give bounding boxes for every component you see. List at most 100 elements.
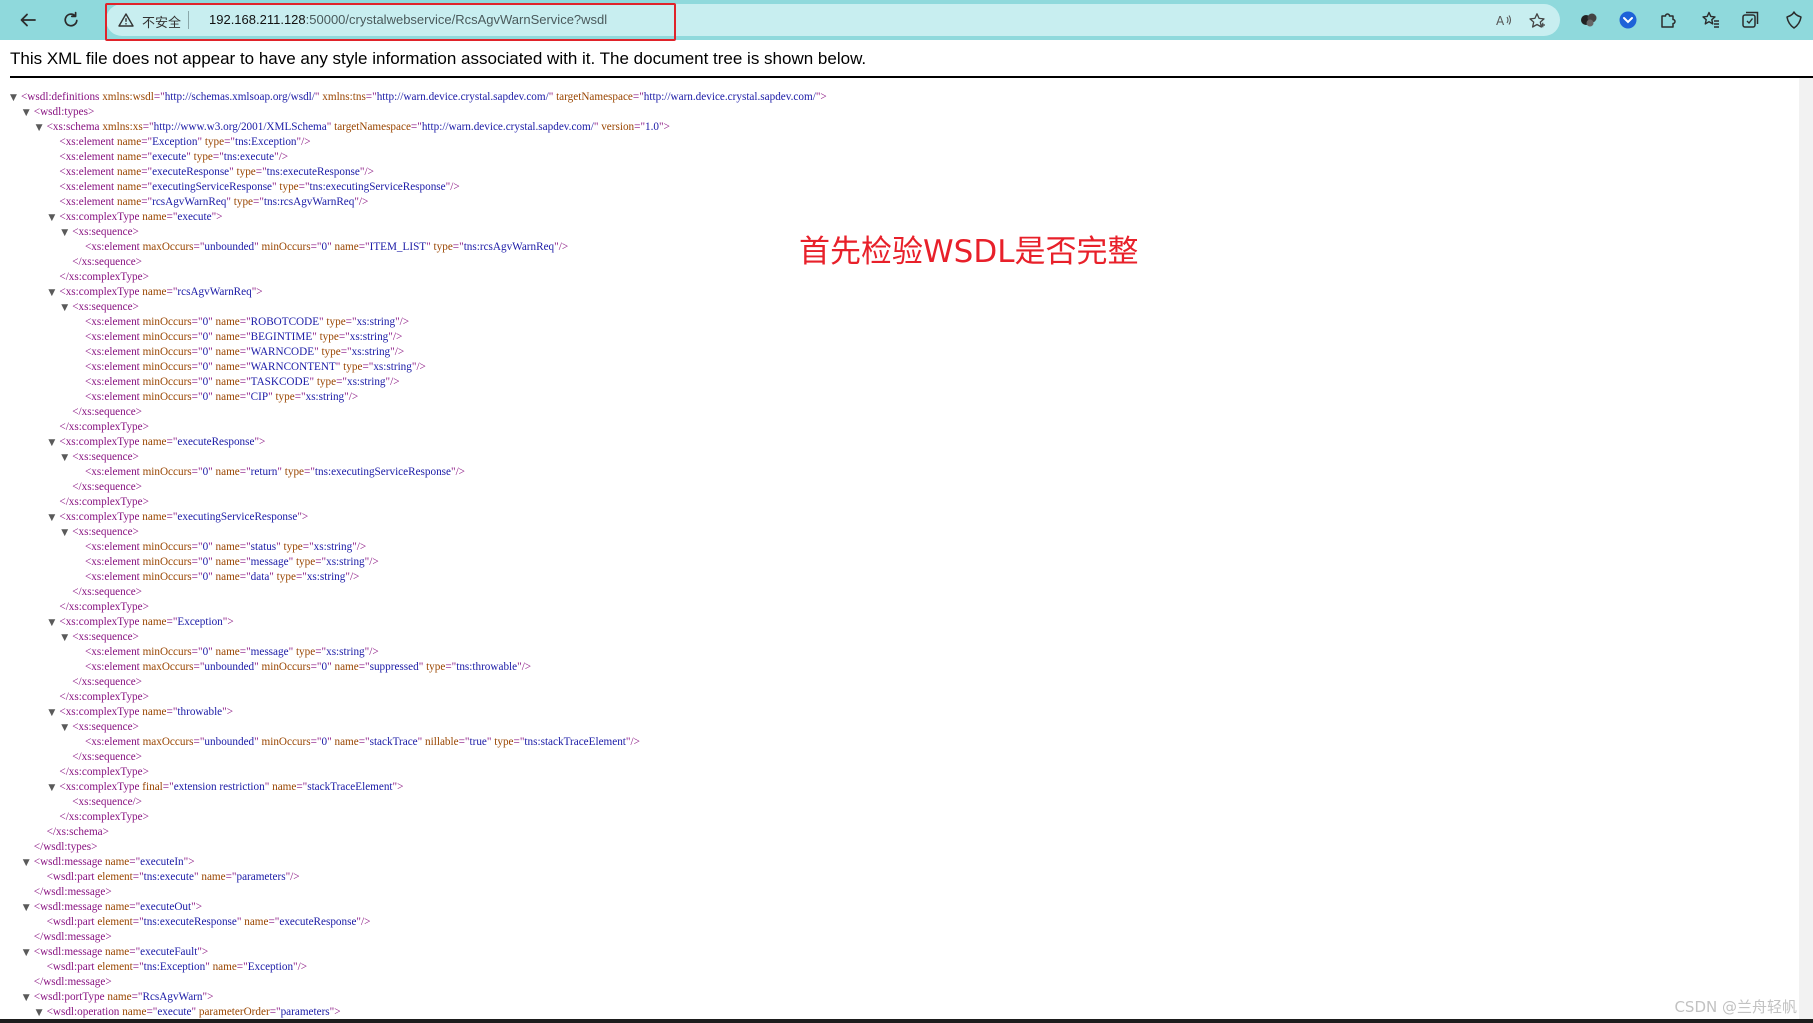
- collapse-toggle-icon[interactable]: ▼: [23, 108, 33, 118]
- xml-attr-name: version: [601, 121, 635, 133]
- xml-line: <xs:sequence>: [72, 720, 139, 735]
- xml-line: <xs:complexType name="Exception">: [59, 615, 233, 630]
- back-button[interactable]: [11, 3, 45, 37]
- xml-line: <xs:element minOccurs="0" name="CIP" typ…: [85, 390, 358, 405]
- collapse-toggle-icon[interactable]: ▼: [23, 993, 33, 1003]
- xml-attr-name: type: [494, 736, 514, 748]
- xml-tag: <xs:element: [85, 361, 143, 373]
- collapse-toggle-icon[interactable]: ▼: [61, 633, 71, 643]
- xml-tag: =": [142, 121, 154, 133]
- xml-attr-value: xs:string: [313, 541, 353, 553]
- address-bar[interactable]: 不安全 192.168.211.128:50000/crystalwebserv…: [106, 4, 1560, 36]
- collapse-toggle-icon[interactable]: ▼: [61, 453, 71, 463]
- xml-line: </xs:complexType>: [59, 270, 149, 285]
- collapse-toggle-icon[interactable]: ▼: [36, 1008, 46, 1018]
- xml-line: <xs:complexType final="extension restric…: [59, 780, 403, 795]
- security-status-label[interactable]: 不安全: [142, 12, 181, 31]
- collapse-toggle-icon[interactable]: ▼: [23, 948, 33, 958]
- collapse-toggle-icon[interactable]: ▼: [48, 288, 58, 298]
- xml-attr-name: type: [283, 541, 303, 553]
- shield-extension-icon[interactable]: [1616, 8, 1640, 32]
- xml-attr-value: ROBOTCODE: [250, 316, 320, 328]
- xml-tag: <xs:element: [59, 196, 117, 208]
- xml-tag: =": [268, 916, 280, 928]
- warning-icon[interactable]: [118, 13, 134, 27]
- xml-attr-value: extension restriction: [173, 781, 265, 793]
- xml-attr-value: ITEM_LIST: [369, 241, 427, 253]
- xml-attr-value: executeFault: [140, 946, 198, 958]
- favorite-star-icon[interactable]: [1526, 10, 1548, 32]
- collapse-toggle-icon[interactable]: ▼: [48, 618, 58, 628]
- xml-attr-name: name: [105, 856, 130, 868]
- xml-tag: =": [162, 781, 174, 793]
- xml-tag: ">: [254, 436, 266, 448]
- collapse-toggle-icon[interactable]: ▼: [61, 303, 71, 313]
- url-text[interactable]: 192.168.211.128:50000/crystalwebservice/…: [209, 12, 607, 27]
- collapse-toggle-icon[interactable]: ▼: [48, 213, 58, 223]
- collapse-toggle-icon[interactable]: ▼: [61, 723, 71, 733]
- collapse-toggle-icon[interactable]: ▼: [48, 708, 58, 718]
- xml-line: </xs:sequence>: [72, 255, 142, 270]
- xml-tag: =": [191, 571, 203, 583]
- collapse-toggle-icon[interactable]: ▼: [61, 228, 71, 238]
- xml-tag: =": [315, 646, 327, 658]
- browser-essentials-icon[interactable]: [1782, 8, 1806, 32]
- xml-line: <xs:element maxOccurs="unbounded" minOcc…: [85, 240, 568, 255]
- xml-tag: =": [298, 181, 310, 193]
- xml-line: </xs:complexType>: [59, 600, 149, 615]
- xml-tag: ": [208, 376, 216, 388]
- xml-tag: =": [191, 556, 203, 568]
- xml-tag: =": [445, 661, 457, 673]
- xml-tag: <xs:sequence>: [72, 526, 139, 538]
- vertical-scrollbar[interactable]: [1799, 78, 1813, 1023]
- xml-attr-value: unbounded: [204, 736, 255, 748]
- xml-tag: "/>: [274, 151, 289, 163]
- read-aloud-icon[interactable]: A: [1494, 10, 1516, 32]
- xml-tag: <xs:element: [85, 466, 143, 478]
- xml-tag: =": [146, 1006, 158, 1018]
- xml-attr-value: executeResponse: [279, 916, 357, 928]
- xml-tag: =": [166, 436, 178, 448]
- collections-icon[interactable]: [1738, 8, 1762, 32]
- xml-line: <wsdl:part element="tns:execute" name="p…: [47, 870, 300, 885]
- xml-tag: "/>: [554, 241, 569, 253]
- xml-tag: =": [166, 616, 178, 628]
- xml-attr-value: unbounded: [204, 241, 255, 253]
- extension-icon[interactable]: [1577, 8, 1601, 32]
- xml-tag: =": [365, 91, 377, 103]
- xml-attr-name: name: [215, 346, 240, 358]
- xml-line: <wsdl:message name="executeIn">: [34, 855, 195, 870]
- xml-attr-value: executeIn: [140, 856, 184, 868]
- xml-tag: ": [548, 91, 557, 103]
- collapse-toggle-icon[interactable]: ▼: [23, 858, 33, 868]
- xml-attr-name: minOccurs: [142, 541, 192, 553]
- xml-tag: ">: [197, 946, 209, 958]
- favorites-icon[interactable]: [1699, 8, 1723, 32]
- xml-tag: <xs:element: [59, 166, 117, 178]
- xml-line: <xs:element minOccurs="0" name="message"…: [85, 555, 379, 570]
- xml-attr-value: tns:executingServiceResponse: [314, 466, 451, 478]
- collapse-toggle-icon[interactable]: ▼: [61, 528, 71, 538]
- collapse-toggle-icon[interactable]: ▼: [48, 438, 58, 448]
- xml-attr-value: executingServiceResponse: [177, 511, 298, 523]
- xml-attr-name: minOccurs: [142, 346, 192, 358]
- xml-tag: </xs:sequence>: [72, 676, 142, 688]
- xml-tag: </wsdl:types>: [33, 841, 98, 853]
- reload-button[interactable]: [54, 3, 88, 37]
- xml-tag: =": [193, 241, 205, 253]
- collapse-toggle-icon[interactable]: ▼: [10, 93, 20, 103]
- xml-tag: ": [208, 316, 216, 328]
- xml-tag: <xs:sequence>: [72, 301, 139, 313]
- reload-icon: [64, 11, 78, 27]
- xml-attr-value: xs:string: [326, 556, 365, 568]
- xml-attr-name: name: [244, 916, 269, 928]
- xml-tag: ">: [815, 91, 827, 103]
- xml-line: <wsdl:portType name="RcsAgvWarn">: [34, 990, 214, 1005]
- collapse-toggle-icon[interactable]: ▼: [48, 783, 58, 793]
- collapse-toggle-icon[interactable]: ▼: [36, 123, 46, 133]
- xml-attr-value: http://warn.device.crystal.sapdev.com/: [421, 121, 594, 133]
- puzzle-extensions-icon[interactable]: [1656, 8, 1680, 32]
- collapse-toggle-icon[interactable]: ▼: [48, 513, 58, 523]
- xml-attr-name: minOccurs: [261, 661, 311, 673]
- collapse-toggle-icon[interactable]: ▼: [23, 903, 33, 913]
